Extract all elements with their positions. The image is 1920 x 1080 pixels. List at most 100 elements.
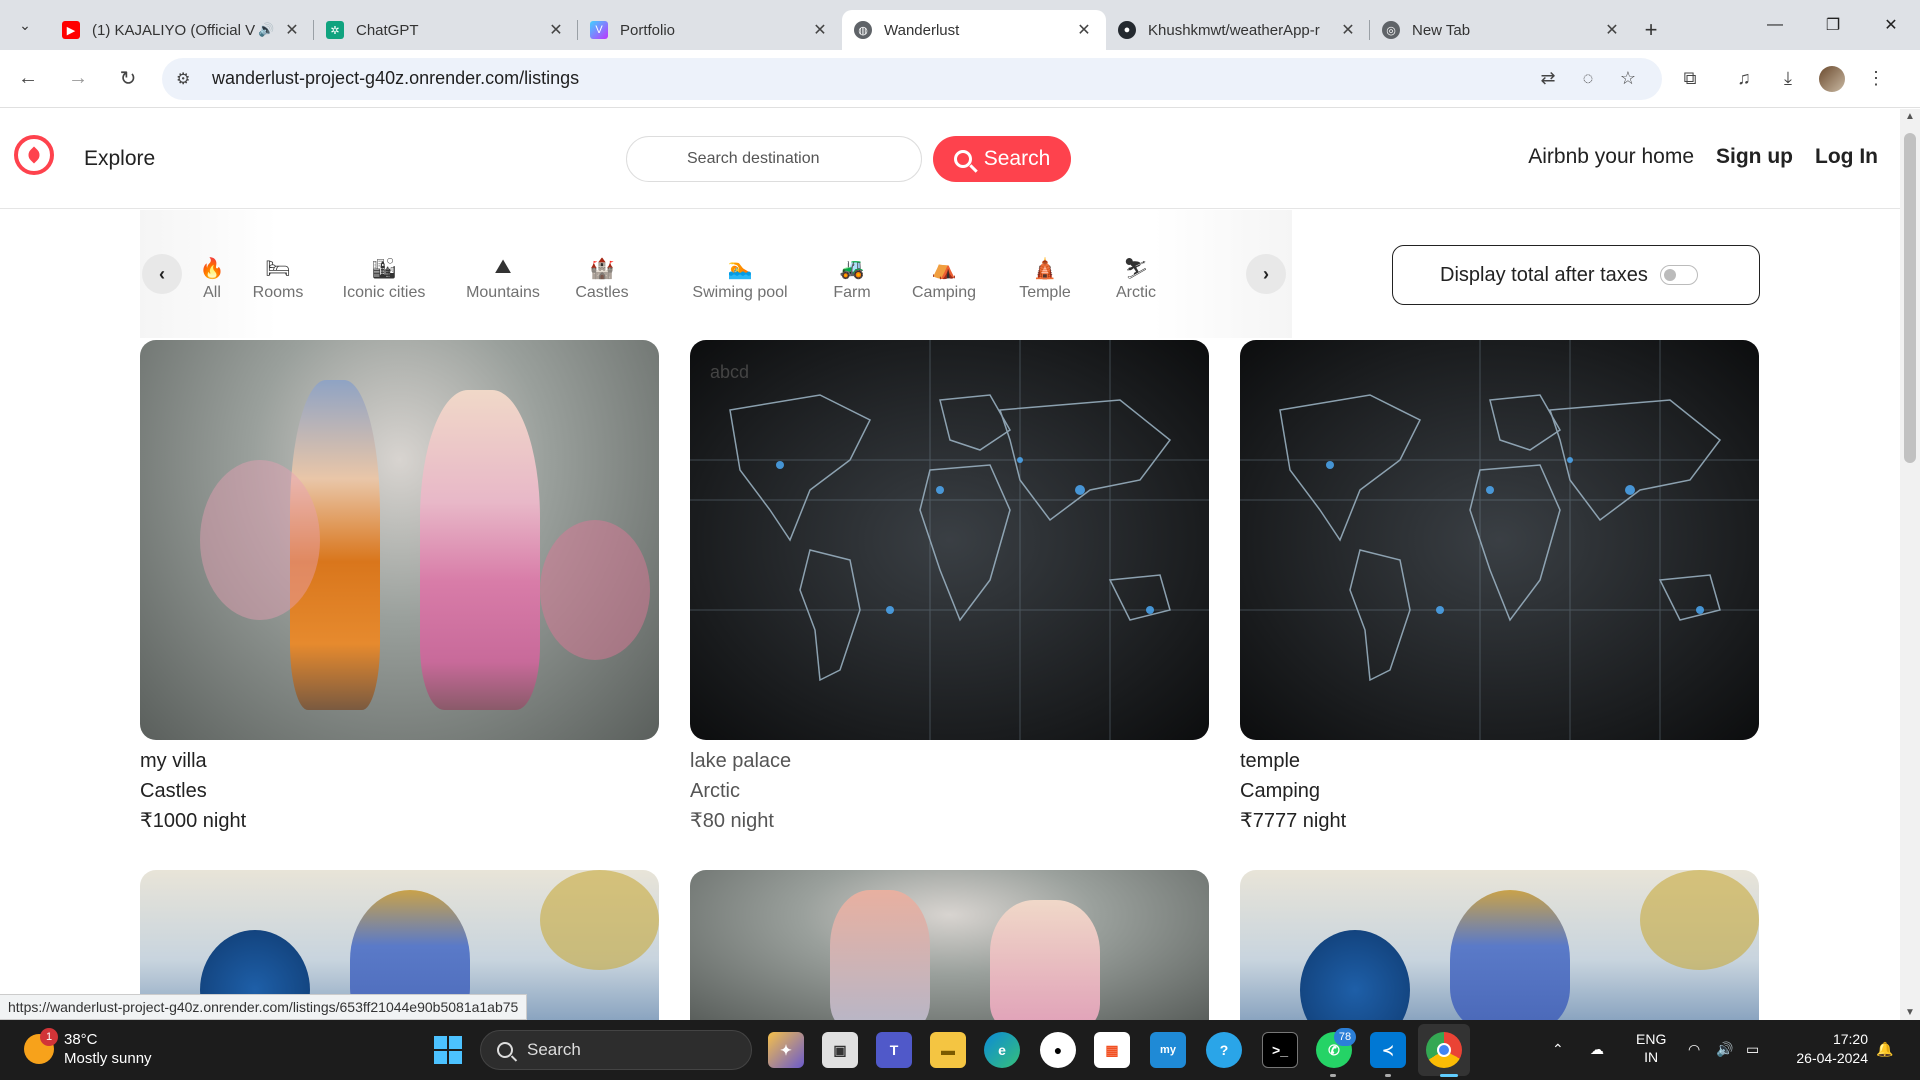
filter-mountains[interactable]: ⛰ Mountains (462, 256, 544, 302)
new-tab-button[interactable]: + (1634, 10, 1668, 50)
filter-label: Iconic cities (342, 284, 426, 301)
mysql-icon[interactable]: my (1150, 1032, 1186, 1068)
restore-icon[interactable]: ❐ (1804, 0, 1862, 50)
filter-farm[interactable]: 🚜 Farm (830, 256, 874, 302)
scroll-up-icon[interactable]: ▲ (1900, 111, 1920, 122)
listing-name: lake palace (690, 750, 792, 772)
page-scrollbar[interactable]: ▲ ▼ (1900, 109, 1920, 1020)
menu-icon[interactable]: ⋮ (1854, 57, 1898, 101)
back-icon[interactable]: ← (6, 57, 50, 101)
omnibox[interactable]: ⚙ wanderlust-project-g40z.onrender.com/l… (162, 57, 1662, 100)
tab-new-tab[interactable]: ◎ New Tab ✕ (1370, 10, 1634, 50)
extensions-icon[interactable]: ⧉ (1668, 57, 1712, 101)
address-toolbar: ← → ↻ ⚙ wanderlust-project-g40z.onrender… (0, 50, 1920, 108)
minimize-icon[interactable]: — (1746, 0, 1804, 50)
listing-image[interactable]: abcd (690, 340, 1209, 740)
search-icon (497, 1042, 513, 1058)
speaker-icon[interactable]: 🔊 (258, 22, 282, 38)
file-explorer-icon[interactable]: ▬ (930, 1032, 966, 1068)
window-close-icon[interactable]: ✕ (1862, 0, 1920, 50)
taskbar-search-label: Search (527, 1040, 581, 1059)
listing-card[interactable]: abcd lake palace Arctic ₹80 night (690, 340, 1209, 836)
language-indicator[interactable]: ENG IN (1636, 1030, 1666, 1066)
close-icon[interactable]: ✕ (1338, 20, 1358, 40)
filter-all[interactable]: 🔥 All (192, 256, 232, 302)
close-icon[interactable]: ✕ (1602, 20, 1622, 40)
explore-link[interactable]: Explore (84, 147, 155, 171)
star-icon[interactable]: ☆ (1608, 68, 1648, 89)
profile-avatar[interactable] (1810, 57, 1854, 101)
filter-label: All (203, 284, 221, 301)
eye-off-icon[interactable]: ◌ (1568, 68, 1608, 89)
log-in-link[interactable]: Log In (1815, 145, 1878, 169)
url-text[interactable]: wanderlust-project-g40z.onrender.com/lis… (212, 68, 1528, 89)
close-icon[interactable]: ✕ (1074, 20, 1094, 40)
tab-github[interactable]: ● Khushkmwt/weatherApp-r ✕ (1106, 10, 1370, 50)
forward-icon[interactable]: → (56, 57, 100, 101)
reload-icon[interactable]: ↻ (106, 57, 150, 101)
tab-portfolio[interactable]: V Portfolio ✕ (578, 10, 842, 50)
terminal-icon[interactable]: >_ (1262, 1032, 1298, 1068)
tab-title: ChatGPT (356, 21, 419, 39)
download-icon[interactable]: ⤓ (1766, 57, 1810, 101)
listing-image[interactable] (1240, 340, 1759, 740)
filter-swimming-pool[interactable]: 🏊 Swiming pool (688, 256, 792, 302)
notifications-bell-icon[interactable]: 🔔 (1876, 1040, 1893, 1058)
compass-logo-icon[interactable] (14, 135, 54, 175)
filter-camping[interactable]: ⛺ Camping (908, 256, 980, 302)
microsoft-store-icon[interactable]: ▦ (1094, 1032, 1130, 1068)
copilot-icon[interactable]: ✦ (768, 1032, 804, 1068)
teams-icon[interactable]: T (876, 1032, 912, 1068)
battery-icon[interactable]: ▭ (1746, 1040, 1759, 1058)
tray-chevron-icon[interactable]: ⌃ (1552, 1040, 1564, 1058)
filter-iconic-cities[interactable]: 🏙 Iconic cities (336, 256, 432, 302)
scroll-down-icon[interactable]: ▼ (1900, 1007, 1920, 1018)
windows-start-icon[interactable] (430, 1032, 466, 1068)
youtube-icon: ▶ (62, 21, 80, 39)
listing-category: Castles (140, 780, 207, 802)
tab-search-button[interactable]: ⌄ (0, 0, 50, 50)
airbnb-your-home-link[interactable]: Airbnb your home (1528, 145, 1694, 169)
tab-youtube[interactable]: ▶ (1) KAJALIYO (Official V 🔊 ✕ (50, 10, 314, 50)
listing-card[interactable] (690, 870, 1209, 1020)
close-icon[interactable]: ✕ (546, 20, 566, 40)
taskbar-search[interactable]: Search (480, 1030, 752, 1070)
github-desktop-icon[interactable]: ● (1040, 1032, 1076, 1068)
volume-icon[interactable]: 🔊 (1716, 1040, 1733, 1058)
onedrive-icon[interactable]: ☁ (1590, 1040, 1604, 1058)
translate-icon[interactable]: ⇄ (1528, 68, 1568, 89)
vscode-icon[interactable]: ≺ (1370, 1032, 1406, 1068)
tab-chatgpt[interactable]: ✲ ChatGPT ✕ (314, 10, 578, 50)
listing-card[interactable]: my villa Castles ₹1000 night (140, 340, 659, 836)
listing-image[interactable] (1240, 870, 1759, 1020)
weather-widget[interactable]: 1 38°C Mostly sunny (24, 1028, 152, 1068)
tab-wanderlust[interactable]: ◍ Wanderlust ✕ (842, 10, 1106, 50)
listing-card[interactable]: temple Camping ₹7777 night (1240, 340, 1759, 836)
listing-image[interactable] (690, 870, 1209, 1020)
edge-icon[interactable]: e (984, 1032, 1020, 1068)
filter-next-arrow[interactable]: › (1246, 254, 1286, 294)
close-icon[interactable]: ✕ (282, 20, 302, 40)
task-view-icon[interactable]: ▣ (822, 1032, 858, 1068)
taskbar-clock[interactable]: 17:20 26-04-2024 (1796, 1030, 1868, 1068)
sign-up-link[interactable]: Sign up (1716, 145, 1793, 169)
site-info-icon[interactable]: ⚙ (176, 69, 200, 89)
temple-icon: 🛕 (1032, 258, 1058, 280)
tax-toggle[interactable]: Display total after taxes (1392, 245, 1760, 305)
media-icon[interactable]: ♫ (1722, 57, 1766, 101)
filter-castles[interactable]: 🏰 Castles (572, 256, 632, 302)
search-button[interactable]: Search (933, 136, 1071, 182)
search-input[interactable] (626, 136, 922, 182)
filter-prev-arrow[interactable]: ‹ (142, 254, 182, 294)
chrome-taskbar-icon[interactable] (1426, 1032, 1462, 1068)
filter-rooms[interactable]: 🛏 Rooms (246, 256, 310, 302)
listing-image[interactable] (140, 340, 659, 740)
listing-card[interactable] (1240, 870, 1759, 1020)
wifi-icon[interactable]: ◠ (1688, 1040, 1700, 1058)
tax-switch[interactable] (1659, 265, 1698, 285)
close-icon[interactable]: ✕ (810, 20, 830, 40)
helper-app-icon[interactable]: ? (1206, 1032, 1242, 1068)
scrollbar-thumb[interactable] (1904, 133, 1916, 463)
filter-temple[interactable]: 🛕 Temple (1016, 256, 1074, 302)
filter-arctic[interactable]: ⛷ Arctic (1112, 256, 1160, 302)
